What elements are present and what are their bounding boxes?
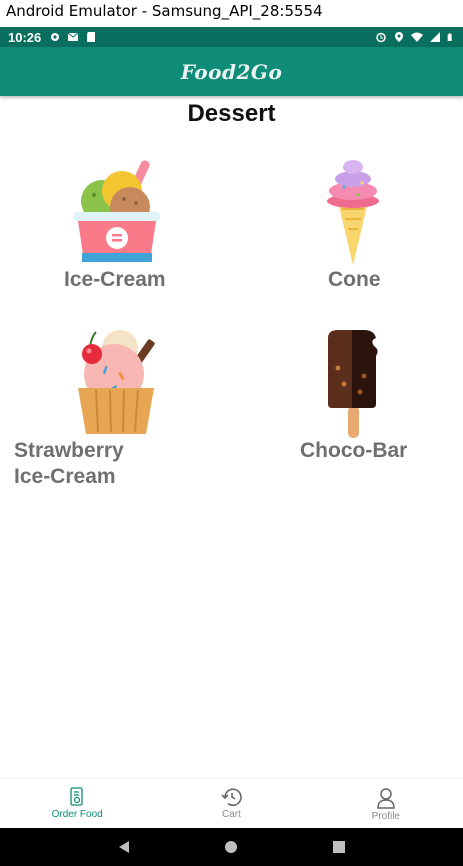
status-time: 10:26 (8, 29, 42, 45)
dessert-label: Ice-Cream (64, 268, 166, 291)
order-food-icon (70, 787, 83, 806)
dessert-item-choco-bar[interactable]: Choco-Bar (300, 328, 420, 468)
dessert-item-cone[interactable]: Cone (318, 155, 408, 295)
settings-icon (51, 33, 60, 41)
nav-profile[interactable]: Profile (309, 779, 463, 829)
dessert-item-strawberry-ice-cream[interactable]: Strawberry Ice-Cream (14, 328, 164, 493)
history-icon (221, 788, 243, 807)
ice-cream-cone-icon (327, 160, 379, 265)
nav-label: Order Food (51, 809, 103, 820)
ice-cream-cup-icon (74, 160, 160, 262)
status-bar: 10:26 (0, 27, 463, 47)
battery-icon (447, 33, 452, 41)
dessert-item-ice-cream[interactable]: Ice-Cream (60, 155, 175, 295)
nav-cart[interactable]: Cart (154, 779, 308, 829)
back-icon[interactable] (117, 840, 131, 854)
profile-icon (377, 788, 395, 809)
wifi-icon (411, 32, 423, 42)
mail-icon (67, 32, 79, 41)
home-icon[interactable] (224, 840, 238, 854)
dessert-label: Strawberry Ice-Cream (14, 439, 124, 488)
sd-card-icon (87, 32, 96, 42)
system-navigation-bar (0, 828, 463, 866)
app-title: Food2Go (180, 59, 283, 84)
recents-icon[interactable] (332, 840, 346, 854)
alarm-icon (376, 32, 386, 43)
app-bar: Food2Go (0, 47, 463, 96)
window-title: Android Emulator - Samsung_API_28:5554 (0, 0, 463, 27)
strawberry-ice-cream-icon (78, 330, 155, 434)
nav-label: Cart (222, 809, 241, 820)
nav-label: Profile (371, 811, 400, 822)
signal-icon (430, 32, 440, 42)
bottom-navigation: Order Food Cart Profile (0, 778, 463, 829)
location-icon (395, 32, 403, 42)
choco-bar-icon (328, 330, 378, 438)
nav-order-food[interactable]: Order Food (0, 779, 154, 829)
page-title: Dessert (187, 100, 276, 127)
dessert-label: Cone (328, 268, 381, 291)
dessert-label: Choco-Bar (300, 439, 408, 462)
